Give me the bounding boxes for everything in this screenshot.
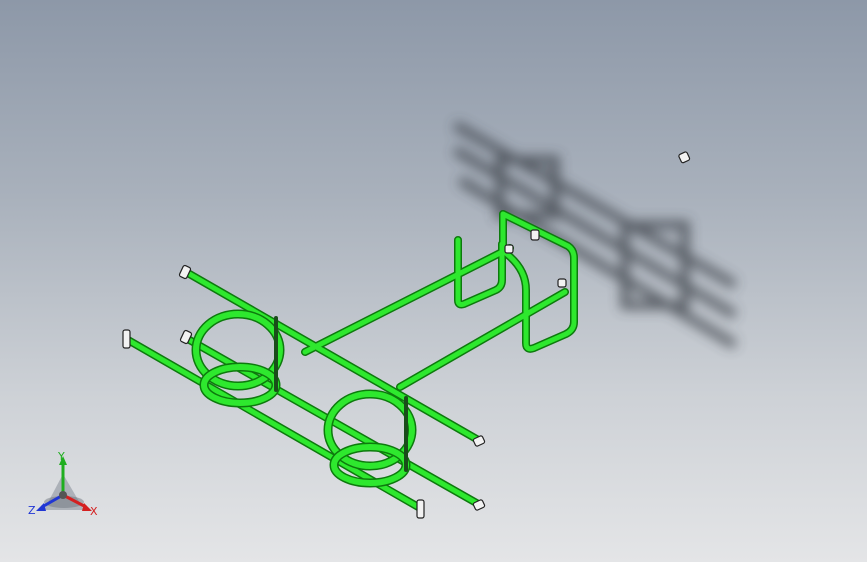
- tube-frame-model[interactable]: [124, 210, 578, 512]
- triad-label-z: Z: [28, 504, 36, 517]
- graphics-viewport[interactable]: Y X Z: [0, 0, 867, 562]
- triad-label-x: X: [90, 505, 98, 518]
- triad-label-y: Y: [58, 450, 65, 463]
- model-shadow: [452, 121, 738, 349]
- axis-triad-icon: [36, 456, 92, 511]
- coil-left[interactable]: [191, 309, 285, 408]
- model-view[interactable]: [0, 0, 867, 562]
